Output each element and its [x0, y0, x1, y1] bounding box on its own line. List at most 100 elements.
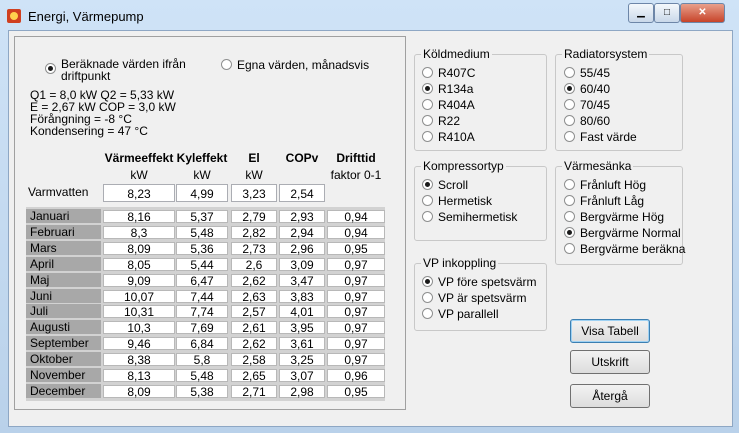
month-value-cell[interactable]: 8,38 [103, 353, 175, 367]
radiatorsystem-radio[interactable] [564, 99, 575, 110]
month-value-cell[interactable]: 0,97 [327, 289, 385, 303]
month-value-cell[interactable]: 7,44 [176, 289, 228, 303]
month-value-cell[interactable]: 6,84 [176, 337, 228, 351]
varmesanka-option-label: Bergvärme beräkna [580, 242, 686, 256]
vp-inkoppling-radio[interactable] [422, 276, 433, 287]
koldmedium-radio[interactable] [422, 83, 433, 94]
radiatorsystem-radio[interactable] [564, 131, 575, 142]
month-value-cell[interactable]: 2,98 [279, 384, 325, 398]
month-value-cell[interactable]: 10,07 [103, 289, 175, 303]
month-value-cell[interactable]: 0,97 [327, 353, 385, 367]
koldmedium-radio[interactable] [422, 67, 433, 78]
month-value-cell[interactable]: 2,61 [231, 321, 277, 335]
month-value-cell[interactable]: 3,95 [279, 321, 325, 335]
vp-inkoppling-option-label: VP före spetsvärm [438, 275, 537, 289]
month-value-cell[interactable]: 5,44 [176, 257, 228, 271]
varmesanka-radio[interactable] [564, 243, 575, 254]
month-value-cell[interactable]: 8,13 [103, 369, 175, 383]
month-value-cell[interactable]: 0,95 [327, 384, 385, 398]
kompressortyp-radio[interactable] [422, 179, 433, 190]
month-value-cell[interactable]: 5,38 [176, 384, 228, 398]
month-value-cell[interactable]: 2,73 [231, 241, 277, 255]
close-button[interactable]: ✕ [680, 3, 725, 23]
month-value-cell[interactable]: 8,05 [103, 257, 175, 271]
month-value-cell[interactable]: 8,09 [103, 241, 175, 255]
month-value-cell[interactable]: 8,09 [103, 384, 175, 398]
month-value-cell[interactable]: 2,71 [231, 384, 277, 398]
mode-calculated-radio[interactable] [45, 63, 56, 74]
month-value-cell[interactable]: 2,6 [231, 257, 277, 271]
utskrift-button[interactable]: Utskrift [570, 350, 650, 374]
month-value-cell[interactable]: 5,36 [176, 241, 228, 255]
month-value-cell[interactable]: 0,94 [327, 225, 385, 239]
koldmedium-group: Köldmedium [414, 47, 547, 151]
atergå-button[interactable]: Återgå [570, 384, 650, 408]
month-value-cell[interactable]: 2,96 [279, 241, 325, 255]
month-value-cell[interactable]: 2,65 [231, 369, 277, 383]
month-label: September [26, 336, 101, 351]
month-value-cell[interactable]: 0,97 [327, 321, 385, 335]
month-value-cell[interactable]: 0,94 [327, 210, 385, 224]
month-value-cell[interactable]: 3,07 [279, 369, 325, 383]
month-value-cell[interactable]: 9,09 [103, 273, 175, 287]
varmesanka-radio[interactable] [564, 195, 575, 206]
month-value-cell[interactable]: 10,31 [103, 305, 175, 319]
month-value-cell[interactable]: 8,16 [103, 210, 175, 224]
month-value-cell[interactable]: 3,09 [279, 257, 325, 271]
month-value-cell[interactable]: 10,3 [103, 321, 175, 335]
varmvatten-el-input[interactable]: 3,23 [231, 184, 277, 202]
month-value-cell[interactable]: 0,97 [327, 257, 385, 271]
month-label: November [26, 368, 101, 382]
mode-own-radio[interactable] [221, 59, 232, 70]
month-value-cell[interactable]: 5,37 [176, 210, 228, 224]
column-unit: kW [193, 168, 211, 182]
varmvatten-cool-input[interactable]: 4,99 [176, 184, 228, 202]
minimize-button[interactable]: ▁ [628, 3, 654, 23]
koldmedium-radio[interactable] [422, 115, 433, 126]
kompressortyp-radio[interactable] [422, 195, 433, 206]
month-value-cell[interactable]: 2,63 [231, 289, 277, 303]
maximize-button[interactable]: □ [654, 3, 680, 23]
month-value-cell[interactable]: 2,58 [231, 353, 277, 367]
koldmedium-radio[interactable] [422, 99, 433, 110]
month-value-cell[interactable]: 0,96 [327, 369, 385, 383]
month-value-cell[interactable]: 3,61 [279, 337, 325, 351]
month-value-cell[interactable]: 0,97 [327, 337, 385, 351]
month-value-cell[interactable]: 7,74 [176, 305, 228, 319]
month-value-cell[interactable]: 5,48 [176, 369, 228, 383]
month-value-cell[interactable]: 0,95 [327, 241, 385, 255]
koldmedium-radio[interactable] [422, 131, 433, 142]
month-value-cell[interactable]: 2,94 [279, 225, 325, 239]
month-value-cell[interactable]: 2,93 [279, 210, 325, 224]
month-value-cell[interactable]: 3,25 [279, 353, 325, 367]
radiatorsystem-radio[interactable] [564, 67, 575, 78]
vp-inkoppling-radio[interactable] [422, 292, 433, 303]
vp-inkoppling-radio[interactable] [422, 308, 433, 319]
varmesanka-radio[interactable] [564, 179, 575, 190]
month-value-cell[interactable]: 8,3 [103, 225, 175, 239]
month-value-cell[interactable]: 2,79 [231, 210, 277, 224]
month-value-cell[interactable]: 3,83 [279, 289, 325, 303]
vp-inkoppling-title: VP inkoppling [421, 256, 499, 270]
kompressortyp-radio[interactable] [422, 211, 433, 222]
month-value-cell[interactable]: 0,97 [327, 273, 385, 287]
month-value-cell[interactable]: 0,97 [327, 305, 385, 319]
visa-tabell-button[interactable]: Visa Tabell [570, 319, 650, 343]
radiatorsystem-radio[interactable] [564, 115, 575, 126]
month-value-cell[interactable]: 2,62 [231, 337, 277, 351]
varmvatten-cop-input[interactable]: 2,54 [279, 184, 325, 202]
month-value-cell[interactable]: 2,62 [231, 273, 277, 287]
varmesanka-radio[interactable] [564, 211, 575, 222]
month-value-cell[interactable]: 9,46 [103, 337, 175, 351]
month-value-cell[interactable]: 5,8 [176, 353, 228, 367]
month-value-cell[interactable]: 4,01 [279, 305, 325, 319]
month-value-cell[interactable]: 7,69 [176, 321, 228, 335]
month-value-cell[interactable]: 2,82 [231, 225, 277, 239]
varmesanka-radio[interactable] [564, 227, 575, 238]
varmvatten-heat-input[interactable]: 8,23 [103, 184, 175, 202]
month-value-cell[interactable]: 6,47 [176, 273, 228, 287]
radiatorsystem-radio[interactable] [564, 83, 575, 94]
month-value-cell[interactable]: 2,57 [231, 305, 277, 319]
month-value-cell[interactable]: 3,47 [279, 273, 325, 287]
month-value-cell[interactable]: 5,48 [176, 225, 228, 239]
